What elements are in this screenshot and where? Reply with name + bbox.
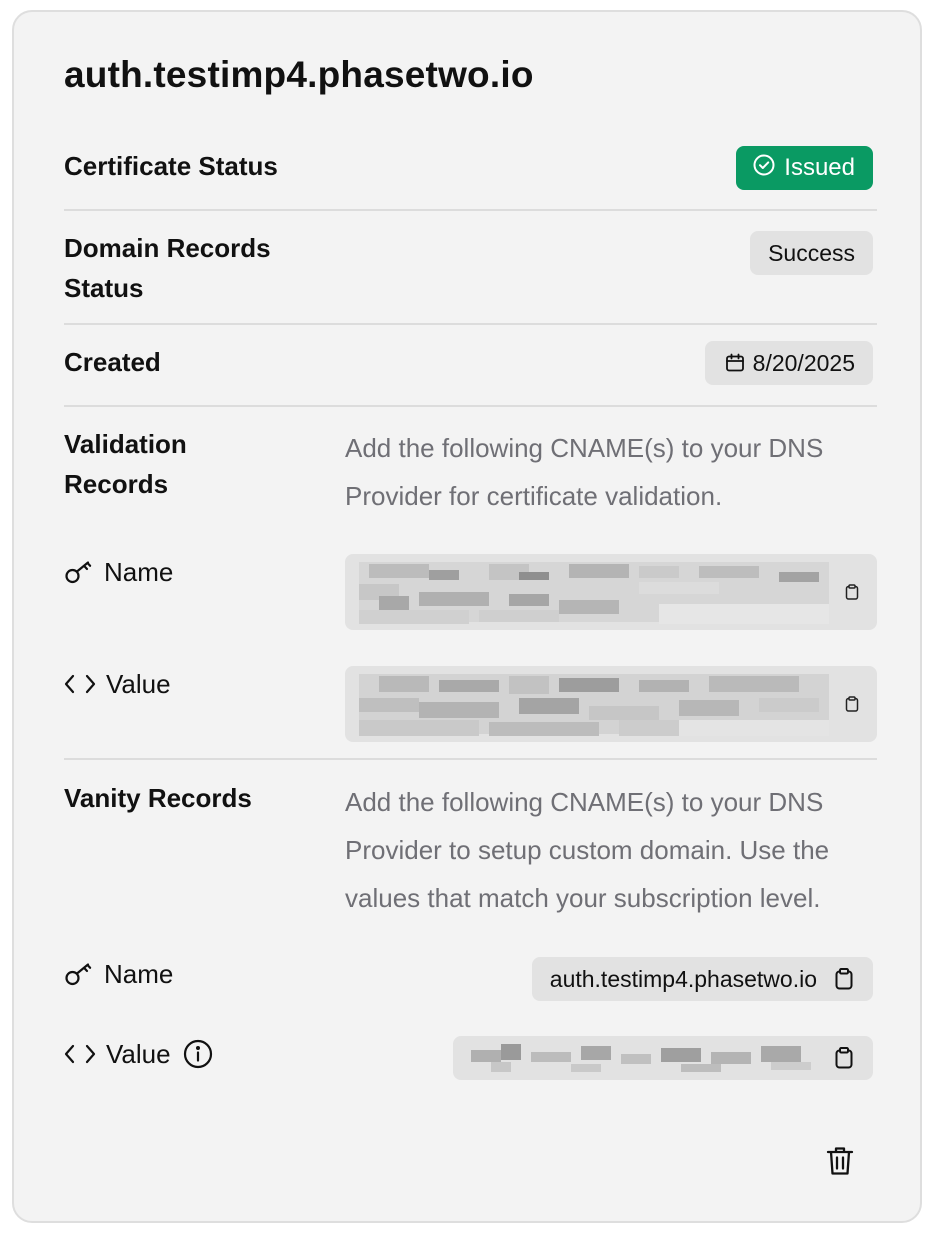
blurred-value <box>471 1044 811 1072</box>
validation-records-label: Validation Records <box>64 429 187 499</box>
copy-icon[interactable] <box>845 696 859 717</box>
calendar-icon <box>725 353 745 373</box>
created-label: Created <box>64 347 161 377</box>
created-date: 8/20/2025 <box>752 349 855 376</box>
domain-records-status-label: Domain Records Status <box>64 233 271 303</box>
divider <box>64 758 877 760</box>
vanity-value-value[interactable] <box>453 1036 873 1080</box>
vanity-records-label: Vanity Records <box>64 783 252 813</box>
code-icon <box>64 673 96 695</box>
status-badge-success: Success <box>750 231 873 275</box>
copy-icon[interactable] <box>835 1047 853 1069</box>
vanity-value-label: Value <box>64 1034 213 1074</box>
info-icon[interactable] <box>183 1039 213 1069</box>
trash-icon[interactable] <box>826 1145 854 1182</box>
created-date-badge: 8/20/2025 <box>704 341 873 385</box>
issued-text: Issued <box>784 154 855 181</box>
validation-name-value[interactable] <box>345 554 877 630</box>
copy-icon[interactable] <box>845 584 859 605</box>
domain-title: auth.testimp4.phasetwo.io <box>64 54 534 95</box>
divider <box>64 323 877 325</box>
key-icon <box>64 961 94 987</box>
vanity-name-label: Name <box>64 954 173 994</box>
certificate-card: auth.testimp4.phasetwo.io Certificate St… <box>12 10 922 1223</box>
vanity-records-description: Add the following CNAME(s) to your DNS P… <box>345 787 830 913</box>
code-icon <box>64 1043 96 1065</box>
certificate-status-label: Certificate Status <box>64 151 278 181</box>
divider <box>64 405 877 407</box>
check-circle-icon <box>752 153 784 184</box>
status-badge-issued: Issued <box>736 146 873 190</box>
validation-records-description: Add the following CNAME(s) to your DNS P… <box>345 433 824 511</box>
copy-icon[interactable] <box>835 968 853 990</box>
divider <box>64 209 877 211</box>
validation-value-value[interactable] <box>345 666 877 742</box>
validation-name-label: Name <box>64 552 173 592</box>
key-icon <box>64 559 94 585</box>
validation-value-label: Value <box>64 664 171 704</box>
vanity-name-value[interactable]: auth.testimp4.phasetwo.io <box>531 957 873 1001</box>
